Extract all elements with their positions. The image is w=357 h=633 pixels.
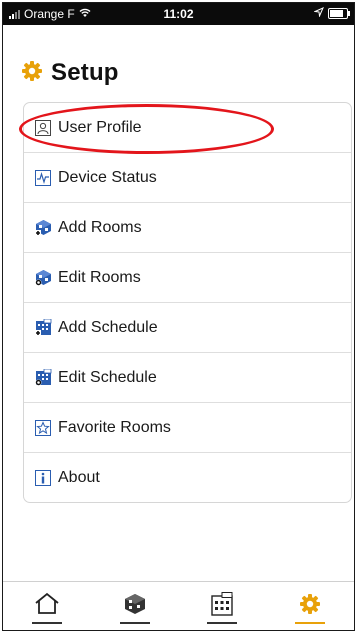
menu-item-add-rooms[interactable]: Add Rooms: [24, 203, 351, 253]
highlight-annotation: [19, 104, 274, 154]
menu-item-about[interactable]: About: [24, 453, 351, 502]
info-icon: [34, 469, 52, 487]
schedule-icon: [211, 591, 234, 621]
status-right: [313, 6, 350, 20]
gear-icon: [21, 60, 43, 87]
location-icon: [313, 6, 324, 20]
tab-underline: [295, 622, 326, 624]
tab-bar: [3, 581, 354, 630]
menu-item-label: Device Status: [58, 168, 157, 186]
menu-item-edit-rooms[interactable]: Edit Rooms: [24, 253, 351, 303]
menu-item-edit-schedule[interactable]: Edit Schedule: [24, 353, 351, 403]
status-bar: Orange F 11:02: [3, 3, 354, 25]
battery-icon: [328, 7, 350, 19]
star-icon: [34, 419, 52, 437]
edit-room-icon: [34, 269, 52, 287]
menu-item-label: Add Rooms: [58, 218, 142, 236]
pulse-icon: [34, 169, 52, 187]
home-icon: [34, 592, 60, 621]
tab-underline: [207, 622, 238, 624]
page-header: Setup: [21, 59, 119, 87]
tab-rooms[interactable]: [105, 582, 165, 630]
setup-menu: User Profile Device Status Add Rooms Edi…: [23, 102, 352, 503]
app-screen: Orange F 11:02 Setup User Profile Device…: [2, 2, 355, 631]
menu-item-label: Edit Schedule: [58, 368, 157, 386]
gear-icon: [299, 593, 321, 620]
menu-item-label: Favorite Rooms: [58, 418, 171, 436]
rooms-icon: [124, 593, 146, 620]
tab-underline: [31, 622, 62, 624]
menu-item-label: Add Schedule: [58, 318, 158, 336]
add-schedule-icon: [34, 319, 52, 337]
menu-item-label: About: [58, 468, 100, 486]
menu-item-add-schedule[interactable]: Add Schedule: [24, 303, 351, 353]
menu-item-device-status[interactable]: Device Status: [24, 153, 351, 203]
tab-setup[interactable]: [280, 582, 340, 630]
tab-home[interactable]: [17, 582, 77, 630]
menu-item-label: Edit Rooms: [58, 268, 141, 286]
status-time: 11:02: [163, 7, 194, 21]
add-room-icon: [34, 219, 52, 237]
tab-schedule[interactable]: [192, 582, 252, 630]
page-title: Setup: [51, 59, 119, 86]
menu-item-favorite-rooms[interactable]: Favorite Rooms: [24, 403, 351, 453]
edit-schedule-icon: [34, 369, 52, 387]
tab-underline: [119, 622, 150, 624]
